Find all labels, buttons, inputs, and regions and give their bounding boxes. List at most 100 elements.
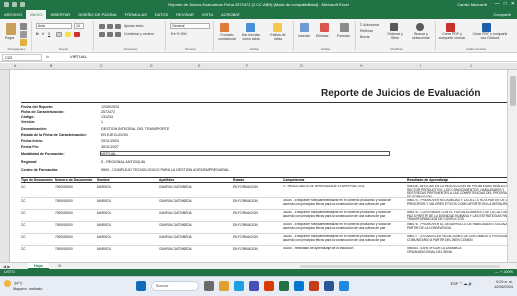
font-color-icon[interactable] (74, 32, 80, 37)
tab-inicio[interactable]: INICIO (26, 10, 47, 19)
table-row[interactable]: CC 7000002000 MARISOL GAVIRIA CASTAÑEDA … (21, 211, 516, 222)
field-value[interactable]: GESTION INTEGRAL DEL TRANSPORTE (101, 127, 169, 131)
task-view-icon[interactable] (204, 281, 214, 291)
scrollbar-thumb[interactable] (510, 76, 516, 106)
fill-color-icon[interactable] (65, 32, 71, 37)
table-cell[interactable]: EN FORMACION (233, 235, 279, 239)
active-cell-outline[interactable] (100, 151, 390, 156)
table-cell[interactable]: EN FORMACION (233, 211, 279, 215)
table-cell[interactable]: MARISOL (97, 235, 155, 239)
table-cell[interactable]: EN FORMACION (233, 199, 279, 203)
autosum-button[interactable]: Σ Autosuma (360, 23, 379, 27)
tab-datos[interactable]: DATOS (151, 10, 172, 19)
align-right-icon[interactable] (115, 32, 121, 37)
table-cell[interactable]: MARISOL (97, 247, 155, 251)
file-explorer-icon[interactable] (219, 281, 229, 291)
table-header-cell[interactable]: Estado (233, 178, 279, 182)
format-table-icon[interactable] (246, 23, 255, 32)
table-header-cell[interactable]: Resultado de Aprendizaje (407, 178, 516, 182)
table-cell[interactable]: CC (21, 235, 53, 239)
table-header-cell[interactable]: Tipo de Documento (21, 178, 53, 182)
field-value[interactable]: 20/11/2024 (101, 139, 119, 143)
horizontal-scrollbar[interactable] (300, 265, 500, 268)
table-cell[interactable]: 596064 - IDENTIFICAR LA DINAMICA ORGANIZ… (407, 247, 467, 262)
table-cell[interactable]: GAVIRIA CASTAÑEDA (159, 247, 229, 251)
column-header-d[interactable]: D (150, 64, 153, 68)
field-value[interactable]: 5 - REGIONAL ANTIOQUIA (101, 160, 145, 164)
tab-revisar[interactable]: REVISAR (172, 10, 198, 19)
name-box[interactable]: C22 (2, 54, 42, 61)
taskbar-search[interactable]: Buscar (151, 281, 199, 291)
table-row[interactable]: CC 7000002000 MARISOL GAVIRIA CASTAÑEDA … (21, 185, 516, 198)
align-top-icon[interactable] (99, 24, 105, 29)
field-value[interactable]: 2572472 (101, 110, 115, 114)
column-header-g[interactable]: G (300, 64, 303, 68)
table-row[interactable]: CC 7000002000 MARISOL GAVIRIA CASTAÑEDA … (21, 235, 516, 246)
underline-button[interactable]: S (48, 32, 50, 36)
clock-time[interactable]: 9:29 a. m. (496, 280, 513, 284)
align-left-icon[interactable] (99, 32, 105, 37)
clock-date[interactable]: 12/06/2024 (494, 285, 513, 289)
table-cell[interactable]: GAVIRIA CASTAÑEDA (159, 185, 229, 189)
vertical-scrollbar[interactable] (507, 70, 517, 262)
find-select-icon[interactable] (416, 23, 424, 31)
table-cell[interactable]: 596074 - PROMOVER MI DIGNIDAD Y LA DEL O… (407, 199, 516, 209)
table-cell[interactable]: 36180 - Enriquecer Medioambientalizar en… (283, 235, 403, 245)
table-cell[interactable]: CC (21, 223, 53, 227)
sort-filter-icon[interactable] (390, 23, 398, 31)
column-header-j[interactable]: J (470, 64, 472, 68)
currency-button[interactable]: $ ▾ % 000 (171, 32, 187, 36)
number-format-select[interactable]: General (170, 23, 210, 29)
excel-icon[interactable] (279, 281, 289, 291)
field-value[interactable]: 9509 - COMPLEJO TECNOLOGICO PARA LA GEST… (101, 168, 229, 172)
word-icon[interactable] (324, 281, 334, 291)
table-cell[interactable]: CC (21, 211, 53, 215)
font-size-select[interactable]: 10 (74, 23, 84, 29)
tab-insertar[interactable]: INSERTAR (46, 10, 74, 19)
italic-button[interactable]: K (42, 32, 44, 36)
tab-formulas[interactable]: FÓRMULAS (121, 10, 151, 19)
field-value[interactable]: 131234 (101, 115, 113, 119)
worksheet-grid[interactable]: Reporte de Juicios de Evaluación Fecha d… (0, 70, 517, 262)
windows-start-icon[interactable] (136, 281, 146, 291)
zoom-control[interactable]: — + 100% (495, 270, 513, 274)
table-header-cell[interactable]: Nombre (97, 178, 155, 182)
table-cell[interactable]: MARISOL (97, 211, 155, 215)
merge-center-button[interactable]: Combinar y centrar (124, 32, 154, 36)
tab-acrobat[interactable]: ACROBAT (217, 10, 244, 19)
edge-icon[interactable] (234, 281, 244, 291)
align-middle-icon[interactable] (107, 24, 113, 29)
clear-button[interactable]: Borrar (360, 35, 370, 39)
table-cell[interactable]: 7000002000 (55, 185, 95, 189)
outlook-icon[interactable] (294, 281, 304, 291)
table-header-cell[interactable]: Número de Documento (55, 178, 95, 182)
tab-diseno-pagina[interactable]: DISEÑO DE PÁGINA (74, 10, 120, 19)
table-cell[interactable]: CC (21, 247, 53, 251)
delete-cells-icon[interactable] (320, 23, 329, 32)
add-sheet-icon[interactable]: ⊕ (58, 263, 61, 268)
table-cell[interactable]: 7000002000 (55, 223, 95, 227)
powerpoint-icon[interactable] (309, 281, 319, 291)
align-bottom-icon[interactable] (115, 24, 121, 29)
table-cell[interactable]: 7000002000 (55, 211, 95, 215)
table-cell[interactable]: 596076 - PROMOVER EL DESARROLLO DE HABIL… (407, 223, 516, 233)
chrome-icon[interactable] (339, 281, 349, 291)
table-cell[interactable]: 36180 - Enriquecer Medioambientalizar en… (283, 223, 403, 233)
column-header-c[interactable]: C (100, 64, 103, 68)
table-cell[interactable]: 36180 - Enriquecer Medioambientalizar en… (283, 199, 403, 209)
office-icon[interactable] (264, 281, 274, 291)
tab-vista[interactable]: VISTA (198, 10, 217, 19)
column-header-h[interactable]: H (360, 64, 363, 68)
table-row[interactable]: CC 7000002000 MARISOL GAVIRIA CASTAÑEDA … (21, 247, 516, 262)
close-button[interactable]: ✕ (511, 1, 515, 7)
table-cell[interactable]: CC (21, 199, 53, 203)
table-cell[interactable]: 596075 - CONTRIBUIR CON EL FORTALECIMIEN… (407, 211, 516, 221)
bold-button[interactable]: N (36, 32, 39, 36)
table-cell[interactable]: CC (21, 185, 53, 189)
wrap-text-button[interactable]: Ajustar texto (124, 24, 143, 28)
minimize-button[interactable]: — (495, 1, 500, 7)
table-row[interactable]: CC 7000002000 MARISOL GAVIRIA CASTAÑEDA … (21, 223, 516, 234)
table-cell[interactable]: 36180 - Enriquecer Medioambientalizar en… (283, 211, 403, 221)
format-painter-icon[interactable] (20, 39, 27, 46)
font-name-select[interactable]: Arial (36, 23, 72, 29)
